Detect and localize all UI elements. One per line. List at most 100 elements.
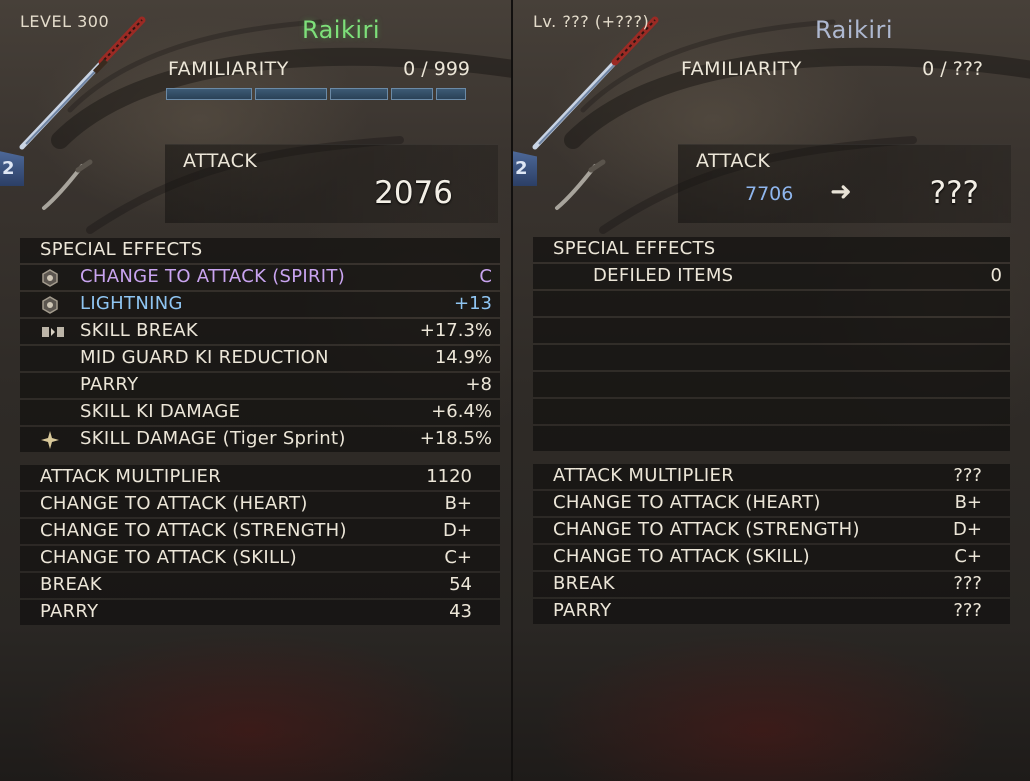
effect-value: +8 bbox=[465, 374, 492, 395]
base-stats-list: ATTACK MULTIPLIER??? CHANGE TO ATTACK (H… bbox=[533, 464, 1010, 626]
familiarity-bar-segment bbox=[330, 88, 388, 100]
familiarity-bar-segment bbox=[166, 88, 252, 100]
stat-row[interactable]: CHANGE TO ATTACK (STRENGTH) D+ bbox=[533, 518, 1010, 543]
stat-name: ATTACK MULTIPLIER bbox=[553, 465, 735, 486]
familiarity-label: FAMILIARITY bbox=[681, 58, 802, 80]
stat-row[interactable]: PARRY??? bbox=[533, 599, 1010, 624]
effect-row[interactable]: PARRY +8 bbox=[20, 373, 500, 398]
katana-icon bbox=[19, 16, 146, 150]
weapon-tier-badge-label: 2 bbox=[515, 158, 528, 179]
stat-row[interactable]: CHANGE TO ATTACK (HEART) B+ bbox=[533, 491, 1010, 516]
empty-effect-row bbox=[533, 345, 1010, 370]
stat-value: C+ bbox=[444, 547, 472, 568]
attack-box: ATTACK 2076 bbox=[165, 144, 498, 223]
weapon-name: Raikiri bbox=[814, 16, 894, 44]
stat-value: D+ bbox=[443, 520, 472, 541]
stat-value: ??? bbox=[953, 573, 982, 594]
effect-value: +6.4% bbox=[431, 401, 492, 422]
stat-value: 1120 bbox=[426, 466, 472, 487]
effect-name: DEFILED ITEMS bbox=[593, 265, 734, 286]
familiarity-bar-segment bbox=[436, 88, 466, 100]
stat-row[interactable]: CHANGE TO ATTACK (SKILL) C+ bbox=[20, 546, 500, 571]
weapon-level: LEVEL 300 bbox=[20, 12, 110, 31]
stat-name: CHANGE TO ATTACK (STRENGTH) bbox=[553, 519, 860, 540]
weapon-name: Raikiri bbox=[301, 16, 381, 44]
effect-row[interactable]: DEFILED ITEMS 0 bbox=[533, 264, 1010, 289]
attack-label: ATTACK bbox=[183, 150, 258, 172]
stat-name: CHANGE TO ATTACK (SKILL) bbox=[40, 547, 297, 568]
stat-row[interactable]: CHANGE TO ATTACK (SKILL) C+ bbox=[533, 545, 1010, 570]
effect-value: +13 bbox=[454, 293, 492, 314]
stat-name: ATTACK MULTIPLIER bbox=[40, 466, 222, 487]
empty-effect-row bbox=[533, 318, 1010, 343]
stat-row[interactable]: ATTACK MULTIPLIER??? bbox=[533, 464, 1010, 489]
weapon-stats-panel-current: LEVEL 300 Raikiri FAMILIARITY 0 / 999 2 … bbox=[0, 0, 512, 781]
special-effects-title: SPECIAL EFFECTS bbox=[40, 239, 203, 260]
empty-effect-row bbox=[533, 426, 1010, 451]
effect-row[interactable]: LIGHTNING +13 bbox=[20, 292, 500, 317]
stat-row[interactable]: ATTACK MULTIPLIER 1120 bbox=[20, 465, 500, 490]
stat-row[interactable]: CHANGE TO ATTACK (STRENGTH) D+ bbox=[20, 519, 500, 544]
weapon-tier-badge-label: 2 bbox=[2, 158, 15, 179]
effect-row[interactable]: SKILL KI DAMAGE +6.4% bbox=[20, 400, 500, 425]
stat-value: 43 bbox=[449, 601, 472, 622]
effect-name: LIGHTNING bbox=[80, 293, 183, 314]
effect-name: SKILL DAMAGE (Tiger Sprint) bbox=[80, 428, 346, 449]
stat-name: CHANGE TO ATTACK (SKILL) bbox=[553, 546, 810, 567]
stat-row[interactable]: BREAK??? bbox=[533, 572, 1010, 597]
base-stats-list: ATTACK MULTIPLIER 1120 CHANGE TO ATTACK (… bbox=[20, 465, 500, 627]
effect-value: +17.3% bbox=[419, 320, 492, 341]
attack-value: 2076 bbox=[374, 175, 453, 211]
effect-row[interactable]: SKILL DAMAGE (Tiger Sprint) +18.5% bbox=[20, 427, 500, 452]
stat-value: B+ bbox=[954, 492, 982, 513]
stat-name: PARRY bbox=[40, 601, 99, 622]
familiarity-value: 0 / 999 bbox=[403, 58, 470, 80]
effect-value: C bbox=[479, 266, 492, 287]
stat-name: CHANGE TO ATTACK (STRENGTH) bbox=[40, 520, 347, 541]
effect-name: CHANGE TO ATTACK (SPIRIT) bbox=[80, 266, 346, 287]
special-effects-title: SPECIAL EFFECTS bbox=[553, 238, 716, 259]
empty-effect-row bbox=[533, 372, 1010, 397]
effect-name: SKILL KI DAMAGE bbox=[80, 401, 241, 422]
stat-value: ??? bbox=[953, 465, 982, 486]
attack-value: ??? bbox=[929, 175, 979, 211]
stat-value: ??? bbox=[953, 600, 982, 621]
attack-box: ATTACK 7706 ➜ ??? bbox=[678, 144, 1011, 223]
stat-row[interactable]: PARRY 43 bbox=[20, 600, 500, 625]
empty-effect-row bbox=[533, 291, 1010, 316]
attack-old-value: 7706 bbox=[745, 183, 794, 205]
effect-row[interactable]: CHANGE TO ATTACK (SPIRIT) C bbox=[20, 265, 500, 290]
stat-name: CHANGE TO ATTACK (HEART) bbox=[553, 492, 821, 513]
empty-effect-row bbox=[533, 399, 1010, 424]
familiarity-bar-segment bbox=[255, 88, 327, 100]
effect-value: +18.5% bbox=[419, 428, 492, 449]
effect-name: MID GUARD KI REDUCTION bbox=[80, 347, 329, 368]
familiarity-bar-segment bbox=[391, 88, 433, 100]
familiarity-label: FAMILIARITY bbox=[168, 58, 289, 80]
arrow-right-icon: ➜ bbox=[830, 177, 852, 207]
weapon-tier-badge: 2 bbox=[0, 150, 24, 186]
special-effects-list: SPECIAL EFFECTS CHANGE TO ATTACK (SPIRIT… bbox=[20, 238, 500, 454]
weapon-tier-badge: 2 bbox=[513, 150, 537, 186]
katana-icon bbox=[532, 16, 659, 150]
stat-name: PARRY bbox=[553, 600, 612, 621]
spirit-gem-icon bbox=[42, 269, 58, 287]
familiarity-bar bbox=[166, 88, 469, 100]
attack-label: ATTACK bbox=[696, 150, 771, 172]
weapon-stats-panel-preview: Lv. ??? (+???) Raikiri FAMILIARITY 0 / ?… bbox=[513, 0, 1030, 781]
set-bonus-icon bbox=[42, 327, 64, 337]
stat-row[interactable]: CHANGE TO ATTACK (HEART) B+ bbox=[20, 492, 500, 517]
stat-value: B+ bbox=[444, 493, 472, 514]
stat-row[interactable]: BREAK 54 bbox=[20, 573, 500, 598]
special-effects-header: SPECIAL EFFECTS bbox=[20, 238, 500, 263]
effect-row[interactable]: MID GUARD KI REDUCTION 14.9% bbox=[20, 346, 500, 371]
effect-name: SKILL BREAK bbox=[80, 320, 198, 341]
sparkle-icon bbox=[41, 431, 59, 449]
familiarity-value: 0 / ??? bbox=[922, 58, 983, 80]
stat-value: D+ bbox=[953, 519, 982, 540]
stat-name: CHANGE TO ATTACK (HEART) bbox=[40, 493, 308, 514]
effect-row[interactable]: SKILL BREAK +17.3% bbox=[20, 319, 500, 344]
effect-name: PARRY bbox=[80, 374, 139, 395]
stat-name: BREAK bbox=[553, 573, 615, 594]
weapon-level: Lv. ??? (+???) bbox=[533, 12, 650, 31]
